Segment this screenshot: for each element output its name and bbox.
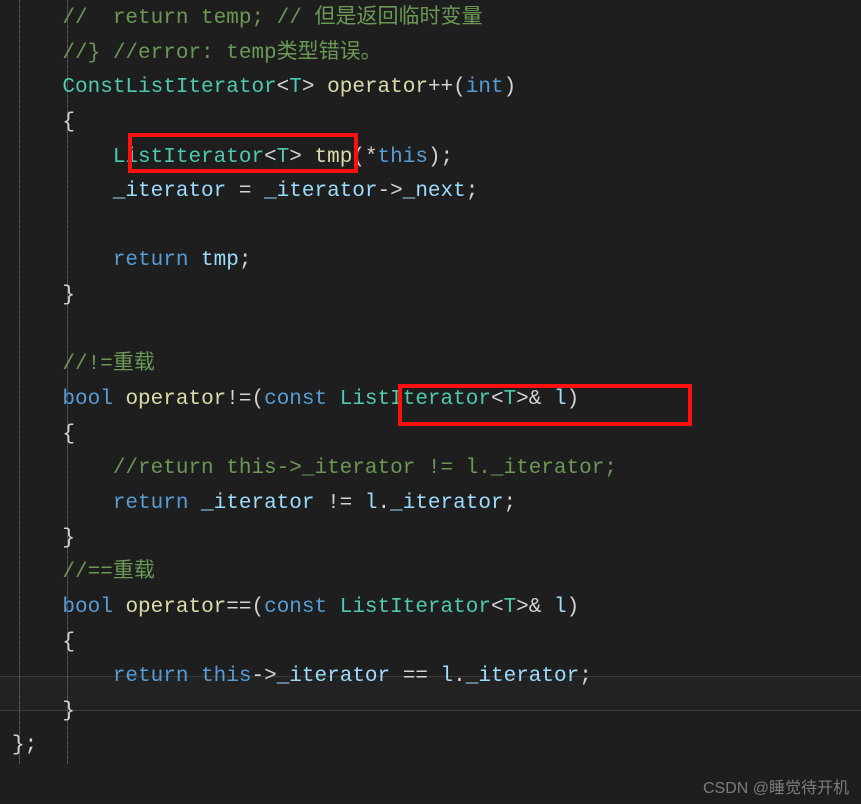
code-line: //return this->_iterator != l._iterator; [12,452,861,487]
code-line: //==重载 [12,556,861,591]
code-line: }; [12,729,861,764]
code-line: ConstListIterator<T> operator++(int) [12,71,861,106]
code-line: _iterator = _iterator->_next; [12,175,861,210]
comment-text: //==重载 [62,561,154,584]
comment-text: //} //error: temp类型错误。 [62,42,381,65]
code-line: bool operator!=(const ListIterator<T>& l… [12,383,861,418]
code-line: { [12,626,861,661]
code-line: } [12,695,861,730]
type-name: ConstListIterator [62,76,276,99]
comment-text: //!=重载 [62,353,154,376]
watermark: CSDN @睡觉待开机 [703,774,849,798]
code-line: return this->_iterator == l._iterator; [12,660,861,695]
code-line: bool operator==(const ListIterator<T>& l… [12,591,861,626]
code-line: } [12,522,861,557]
code-line [12,210,861,245]
code-line: //!=重载 [12,348,861,383]
code-line: { [12,418,861,453]
comment-text: //return this->_iterator != l._iterator; [113,457,617,480]
type-name: ListIterator [340,388,491,411]
code-editor[interactable]: // return temp; // 但是返回临时变量 //} //error:… [0,0,861,764]
code-line: //} //error: temp类型错误。 [12,37,861,72]
code-line: ListIterator<T> tmp(*this); [12,141,861,176]
code-line: { [12,106,861,141]
code-line: } [12,279,861,314]
comment-text: // return temp; // 但是返回临时变量 [62,7,482,30]
code-line: return _iterator != l._iterator; [12,487,861,522]
operator-keyword: operator [327,76,428,99]
type-name: ListIterator [340,596,491,619]
type-name: ListIterator [113,146,264,169]
code-line [12,314,861,349]
code-line: // return temp; // 但是返回临时变量 [12,2,861,37]
code-line: return tmp; [12,244,861,279]
